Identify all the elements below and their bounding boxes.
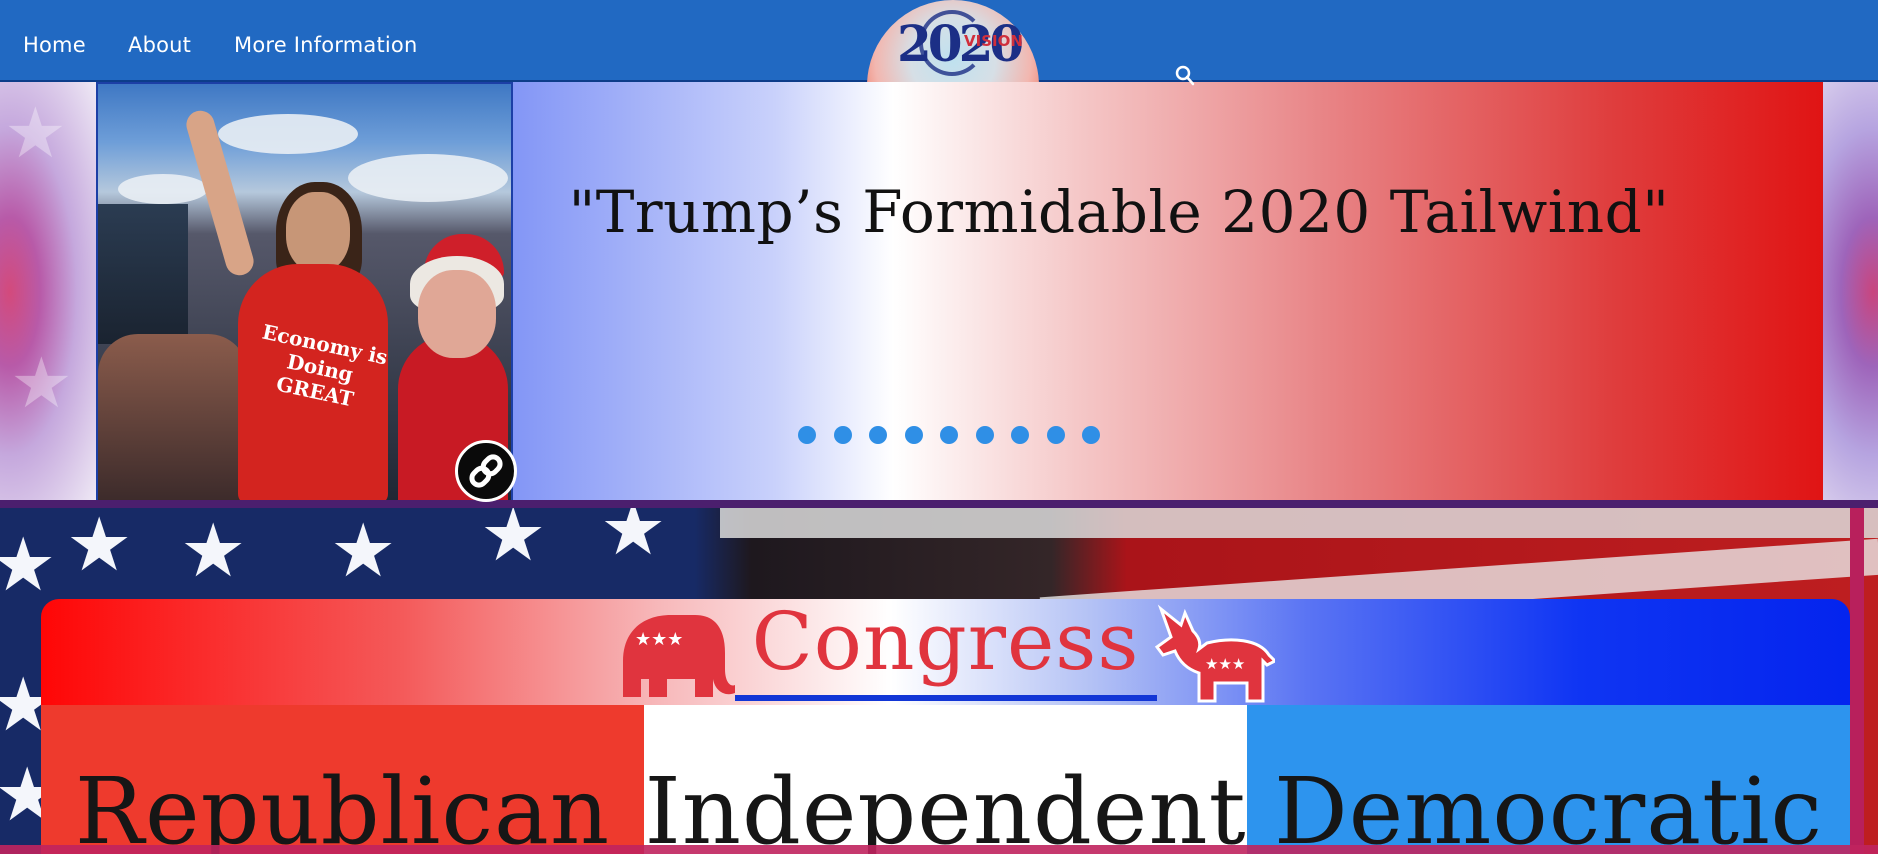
hero-photo[interactable]: Economy is Doing GREAT xyxy=(96,82,513,502)
flag-star-icon: ★ xyxy=(0,522,57,608)
photo-cloud xyxy=(348,154,508,202)
photo-crowd xyxy=(98,334,248,500)
logo-word: VISION xyxy=(964,32,1023,50)
slider-dot[interactable] xyxy=(940,426,958,444)
hero-left-decoration: ★ ★ xyxy=(0,82,96,502)
nav-link-more-information[interactable]: More Information xyxy=(234,33,418,57)
star-decoration-icon: ★ xyxy=(4,92,67,174)
slide-title[interactable]: "Trump’s Formidable 2020 Tailwind" xyxy=(513,178,1725,246)
flag-star-icon: ★ xyxy=(330,508,397,594)
slider-dot[interactable] xyxy=(869,426,887,444)
party-label-republican: Republican xyxy=(74,758,611,854)
chain-link-icon xyxy=(469,454,503,488)
slider-dot[interactable] xyxy=(904,426,923,444)
slider-dot[interactable] xyxy=(1011,426,1029,444)
party-column-independent[interactable]: Independent xyxy=(644,705,1247,854)
section-divider xyxy=(0,500,1878,508)
photo-building xyxy=(98,204,188,344)
photo-cloud xyxy=(218,114,358,154)
right-border-accent xyxy=(1850,508,1864,854)
bottom-border-accent xyxy=(0,845,1878,854)
search-icon[interactable] xyxy=(1172,64,1196,88)
slider-pagination xyxy=(798,426,1100,444)
flag-star-icon: ★ xyxy=(66,508,133,588)
slider-dot[interactable] xyxy=(798,426,816,444)
photo-cloud xyxy=(118,174,208,204)
photo-woman-face xyxy=(418,270,496,358)
nav-link-about[interactable]: About xyxy=(128,33,191,57)
link-icon[interactable] xyxy=(455,440,517,502)
slider-dot[interactable] xyxy=(1046,426,1065,444)
party-label-democratic: Democratic xyxy=(1273,758,1824,854)
congress-header: ★★★ Congress ★★★ xyxy=(41,595,1850,705)
flag-star-icon: ★ xyxy=(480,508,547,578)
slider-dot[interactable] xyxy=(975,426,994,444)
photo-face xyxy=(286,192,350,272)
party-column-democratic[interactable]: Democratic xyxy=(1247,705,1850,854)
donkey-icon: ★★★ xyxy=(1154,604,1275,703)
party-column-republican[interactable]: Republican xyxy=(41,705,644,854)
congress-panel: ★★★ Congress ★★★ Republican Independent … xyxy=(41,595,1850,854)
flag-stripe xyxy=(720,508,1878,538)
site-logo[interactable]: 2020 VISION xyxy=(867,0,1039,82)
party-label-independent: Independent xyxy=(644,758,1247,854)
congress-underline xyxy=(735,695,1157,701)
flag-star-icon: ★ xyxy=(180,508,247,594)
svg-text:★★★: ★★★ xyxy=(1205,655,1245,673)
hero-slider: "Trump’s Formidable 2020 Tailwind" xyxy=(513,82,1823,502)
slider-dot[interactable] xyxy=(833,426,852,444)
slider-dot[interactable] xyxy=(1082,426,1100,444)
star-decoration-icon: ★ xyxy=(10,342,73,424)
congress-title: Congress xyxy=(751,595,1140,688)
nav-link-home[interactable]: Home xyxy=(23,33,86,57)
flag-star-icon: ★ xyxy=(600,508,667,572)
